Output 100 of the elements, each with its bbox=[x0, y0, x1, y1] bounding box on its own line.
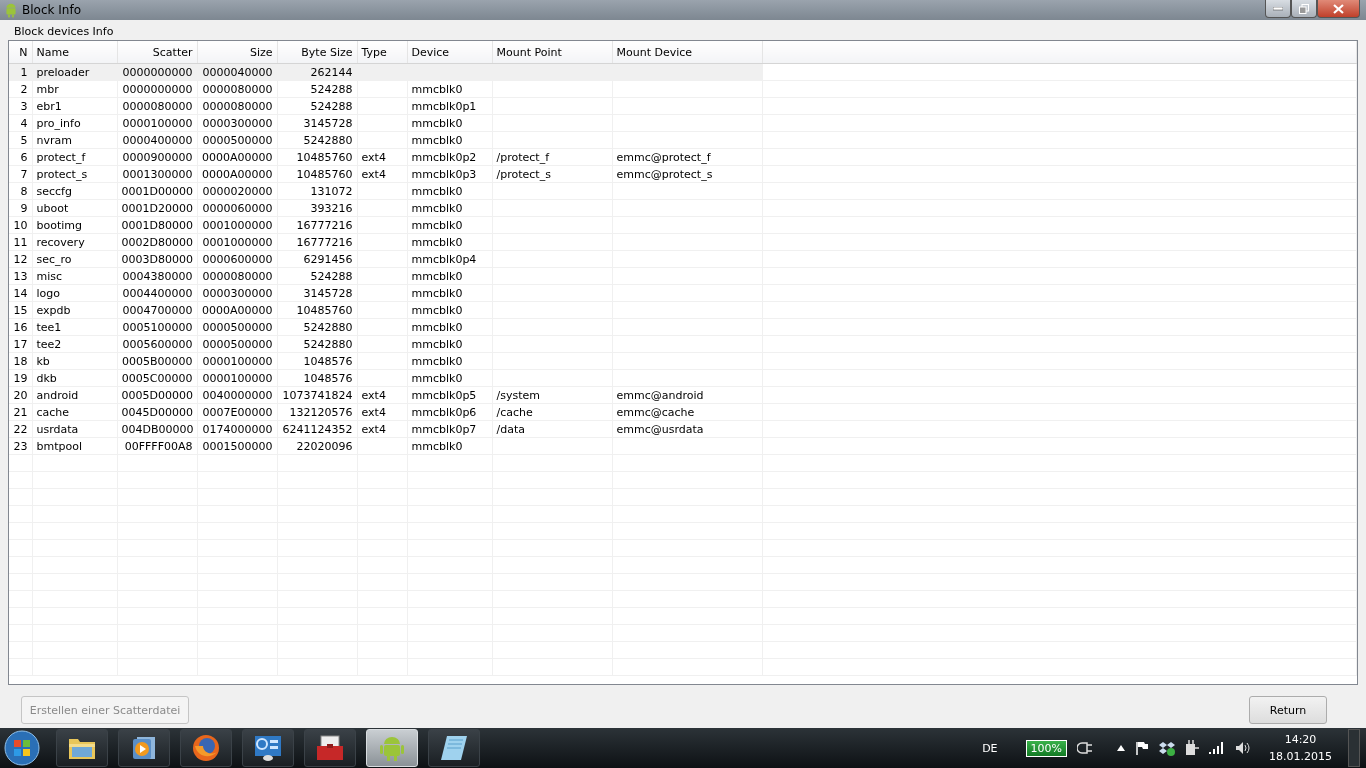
taskbar-button[interactable] bbox=[428, 729, 480, 767]
table-cell: kb bbox=[32, 352, 117, 370]
column-header[interactable]: Byte Size bbox=[277, 41, 357, 64]
table-cell: 0045D00000 bbox=[117, 403, 197, 421]
column-header[interactable]: Mount Device bbox=[612, 41, 762, 64]
table-cell: bmtpool bbox=[32, 437, 117, 455]
table-row[interactable]: 8 seccfg 0001D00000 0000020000 131072 mmcblk0 bbox=[9, 182, 1357, 200]
table-cell: 0000020000 bbox=[197, 182, 277, 200]
table-cell: 1048576 bbox=[277, 352, 357, 370]
table-row[interactable]: 11 recovery 0002D80000 0001000000 16777216 mmcblk0 bbox=[9, 233, 1357, 251]
column-header[interactable]: Size bbox=[197, 41, 277, 64]
table-row[interactable]: 16 tee1 0005100000 0000500000 5242880 mmcblk0 bbox=[9, 318, 1357, 336]
clock-time: 14:20 bbox=[1284, 732, 1317, 748]
table-row[interactable]: 13 misc 0004380000 0000080000 524288 mmcblk0 bbox=[9, 267, 1357, 285]
table-cell: mmcblk0 bbox=[407, 437, 492, 455]
table-cell: 16777216 bbox=[277, 216, 357, 234]
table-cell: 0005D00000 bbox=[117, 386, 197, 404]
close-icon bbox=[1333, 3, 1344, 14]
signal-icon[interactable] bbox=[1209, 742, 1225, 754]
taskbar-button[interactable] bbox=[242, 729, 294, 767]
table-row[interactable]: 21 cache 0045D00000 0007E00000 132120576 ext4 mmcblk0p6 /cache emmc@cache bbox=[9, 403, 1357, 421]
table-cell: uboot bbox=[32, 199, 117, 217]
table-row[interactable]: 3 ebr1 0000080000 0000080000 524288 mmcblk0p1 bbox=[9, 97, 1357, 115]
media-player-icon bbox=[131, 735, 157, 761]
table-cell: 0002D80000 bbox=[117, 233, 197, 251]
return-button[interactable]: Return bbox=[1249, 696, 1327, 724]
table-row[interactable]: 9 uboot 0001D20000 0000060000 393216 mmcblk0 bbox=[9, 199, 1357, 217]
plug-icon[interactable] bbox=[1077, 741, 1093, 755]
table-cell: mmcblk0p6 bbox=[407, 403, 492, 421]
table-row[interactable]: 1 preloader 0000000000 0000040000 262144 bbox=[9, 63, 1357, 81]
table-cell: 524288 bbox=[277, 267, 357, 285]
table-cell: 132120576 bbox=[277, 403, 357, 421]
table-row[interactable]: 14 logo 0004400000 0000300000 3145728 mmcblk0 bbox=[9, 284, 1357, 302]
table-cell: mmcblk0 bbox=[407, 233, 492, 251]
speaker-icon[interactable] bbox=[1235, 741, 1251, 755]
table-cell: 0004700000 bbox=[117, 301, 197, 319]
clock[interactable]: 14:20 18.01.2015 bbox=[1269, 731, 1332, 765]
table-row[interactable]: 19 dkb 0005C00000 0000100000 1048576 mmcblk0 bbox=[9, 369, 1357, 387]
taskbar-button[interactable] bbox=[304, 729, 356, 767]
table-row[interactable]: 17 tee2 0005600000 0000500000 5242880 mmcblk0 bbox=[9, 335, 1357, 353]
browser-icon bbox=[192, 734, 220, 762]
language-indicator[interactable]: DE bbox=[982, 741, 998, 755]
taskbar-button[interactable] bbox=[118, 729, 170, 767]
table-row[interactable]: 2 mbr 0000000000 0000080000 524288 mmcblk0 bbox=[9, 80, 1357, 98]
table-cell: 10 bbox=[9, 216, 32, 234]
table-cell: 393216 bbox=[277, 199, 357, 217]
table-cell: 19 bbox=[9, 369, 32, 387]
table-cell: 2 bbox=[9, 80, 32, 98]
table-row[interactable]: 18 kb 0005B00000 0000100000 1048576 mmcblk0 bbox=[9, 352, 1357, 370]
table-cell: 0000100000 bbox=[197, 352, 277, 370]
table-cell: 13 bbox=[9, 267, 32, 285]
battery-indicator[interactable]: 100% bbox=[1025, 739, 1067, 757]
taskbar-button[interactable] bbox=[56, 729, 108, 767]
table-cell: mmcblk0 bbox=[407, 352, 492, 370]
close-button[interactable] bbox=[1317, 0, 1360, 18]
table-cell: emmc@protect_f bbox=[612, 148, 762, 166]
table-cell: 0000900000 bbox=[117, 148, 197, 166]
table-cell: mmcblk0p3 bbox=[407, 165, 492, 183]
table-cell: emmc@protect_s bbox=[612, 165, 762, 183]
table-row[interactable]: 20 android 0005D00000 0040000000 1073741824 ext4 mmcblk0p5 /system emmc@android bbox=[9, 386, 1357, 404]
column-header[interactable]: Device bbox=[407, 41, 492, 64]
windows-logo-icon bbox=[4, 730, 40, 766]
table-row[interactable]: 6 protect_f 0000900000 0000A00000 10485760 ext4 mmcblk0p2 /protect_f emmc@protect_f bbox=[9, 148, 1357, 166]
table-row[interactable]: 15 expdb 0004700000 0000A00000 10485760 mmcblk0 bbox=[9, 301, 1357, 319]
table-row[interactable]: 10 bootimg 0001D80000 0001000000 16777216 mmcblk0 bbox=[9, 216, 1357, 234]
table-cell: 0001D20000 bbox=[117, 199, 197, 217]
table-row[interactable]: 12 sec_ro 0003D80000 0000600000 6291456 mmcblk0p4 bbox=[9, 250, 1357, 268]
device-icon[interactable] bbox=[1185, 740, 1199, 756]
column-header[interactable]: Name bbox=[32, 41, 117, 64]
table-cell: 0000100000 bbox=[117, 114, 197, 132]
table-row[interactable]: 23 bmtpool 00FFFF00A8 0001500000 22020096 mmcblk0 bbox=[9, 437, 1357, 455]
table-cell: 0000A00000 bbox=[197, 148, 277, 166]
table-cell: nvram bbox=[32, 131, 117, 149]
sync-icon[interactable] bbox=[1159, 740, 1175, 756]
table-cell: 4 bbox=[9, 114, 32, 132]
column-header[interactable]: Scatter bbox=[117, 41, 197, 64]
show-hidden-icons-icon[interactable] bbox=[1117, 745, 1125, 751]
table-cell: 14 bbox=[9, 284, 32, 302]
column-header[interactable]: N bbox=[9, 41, 32, 64]
maximize-button[interactable] bbox=[1291, 0, 1317, 18]
table-cell: 0001D80000 bbox=[117, 216, 197, 234]
table-cell: cache bbox=[32, 403, 117, 421]
table-row[interactable]: 4 pro_info 0000100000 0000300000 3145728 mmcblk0 bbox=[9, 114, 1357, 132]
taskbar-button[interactable] bbox=[180, 729, 232, 767]
table-cell: mbr bbox=[32, 80, 117, 98]
table-row[interactable]: 5 nvram 0000400000 0000500000 5242880 mmcblk0 bbox=[9, 131, 1357, 149]
column-header[interactable]: Type bbox=[357, 41, 407, 64]
column-header[interactable]: Mount Point bbox=[492, 41, 612, 64]
table-cell: mmcblk0 bbox=[407, 267, 492, 285]
table-cell: usrdata bbox=[32, 420, 117, 438]
table-cell: 0005100000 bbox=[117, 318, 197, 336]
table-cell: 10485760 bbox=[277, 165, 357, 183]
table-row[interactable]: 7 protect_s 0001300000 0000A00000 10485760 ext4 mmcblk0p3 /protect_s emmc@protect_s bbox=[9, 165, 1357, 183]
table-row[interactable]: 22 usrdata 004DB00000 0174000000 6241124352 ext4 mmcblk0p7 /data emmc@usrdata bbox=[9, 420, 1357, 438]
minimize-button[interactable] bbox=[1265, 0, 1291, 18]
table-cell: 0040000000 bbox=[197, 386, 277, 404]
table-cell: 0000A00000 bbox=[197, 165, 277, 183]
table-cell: protect_f bbox=[32, 148, 117, 166]
flag-icon[interactable] bbox=[1135, 741, 1149, 755]
table-cell: mmcblk0 bbox=[407, 301, 492, 319]
